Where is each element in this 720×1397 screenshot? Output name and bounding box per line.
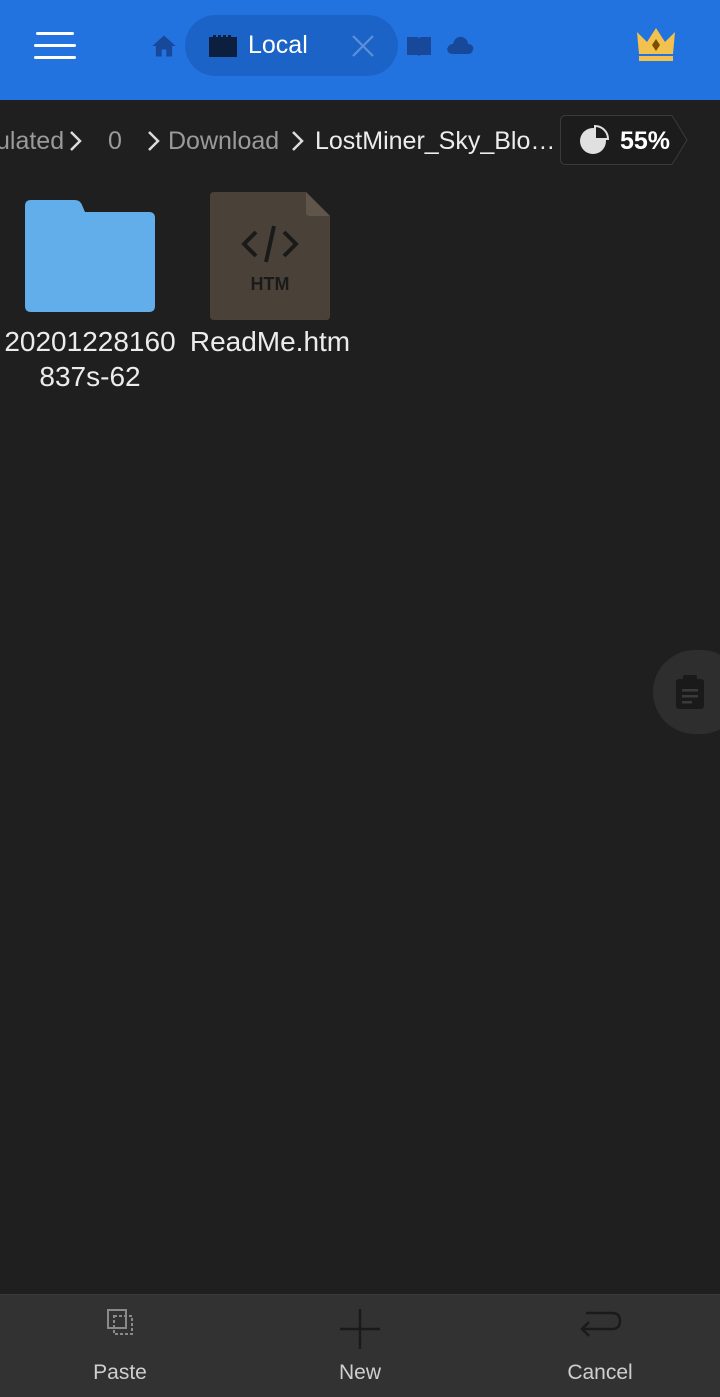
sd-card-icon bbox=[209, 35, 237, 57]
paste-label: Paste bbox=[93, 1361, 147, 1384]
storage-percent: 55% bbox=[620, 127, 671, 155]
tab-local-label: Local bbox=[248, 31, 308, 59]
cancel-label: Cancel bbox=[567, 1361, 633, 1384]
breadcrumb-item[interactable]: Download bbox=[168, 127, 279, 156]
close-icon[interactable] bbox=[350, 33, 376, 59]
file-item[interactable]: HTM ReadMe.htm bbox=[180, 190, 360, 400]
cancel-button[interactable]: Cancel bbox=[530, 1295, 670, 1397]
plus-icon bbox=[340, 1309, 380, 1349]
breadcrumb-current[interactable]: LostMiner_Sky_Blo… bbox=[315, 127, 555, 156]
crown-icon[interactable] bbox=[633, 24, 679, 64]
clipboard-button[interactable] bbox=[653, 650, 720, 734]
folder-item[interactable]: 20201228160837s-62 bbox=[0, 190, 180, 400]
file-name: ReadMe.htm bbox=[189, 326, 351, 357]
file-type-badge: HTM bbox=[250, 274, 290, 294]
storage-usage-button[interactable]: 55% bbox=[560, 115, 688, 165]
cloud-icon[interactable] bbox=[445, 34, 475, 56]
breadcrumb-item[interactable]: ulated bbox=[0, 127, 64, 156]
book-icon[interactable] bbox=[405, 34, 433, 58]
new-button[interactable]: New bbox=[290, 1295, 430, 1397]
top-app-bar: Local bbox=[0, 0, 720, 100]
breadcrumb-item[interactable]: 0 bbox=[108, 127, 122, 156]
chevron-right-icon bbox=[148, 131, 160, 151]
chevron-right-icon bbox=[70, 131, 82, 151]
paste-icon bbox=[107, 1309, 133, 1335]
pie-chart-icon bbox=[580, 125, 609, 154]
chevron-right-icon bbox=[292, 131, 304, 151]
tab-local[interactable]: Local bbox=[185, 15, 398, 76]
bottom-action-bar: Paste New Cancel bbox=[0, 1294, 720, 1397]
home-icon[interactable] bbox=[150, 32, 178, 60]
clipboard-icon bbox=[676, 675, 704, 709]
menu-icon[interactable] bbox=[34, 28, 78, 64]
htm-file-icon bbox=[210, 192, 330, 320]
undo-icon bbox=[580, 1311, 622, 1337]
file-name: 20201228160837s-62 bbox=[4, 326, 176, 392]
folder-icon bbox=[25, 200, 155, 312]
new-label: New bbox=[338, 1361, 381, 1384]
paste-button[interactable]: Paste bbox=[50, 1295, 190, 1397]
